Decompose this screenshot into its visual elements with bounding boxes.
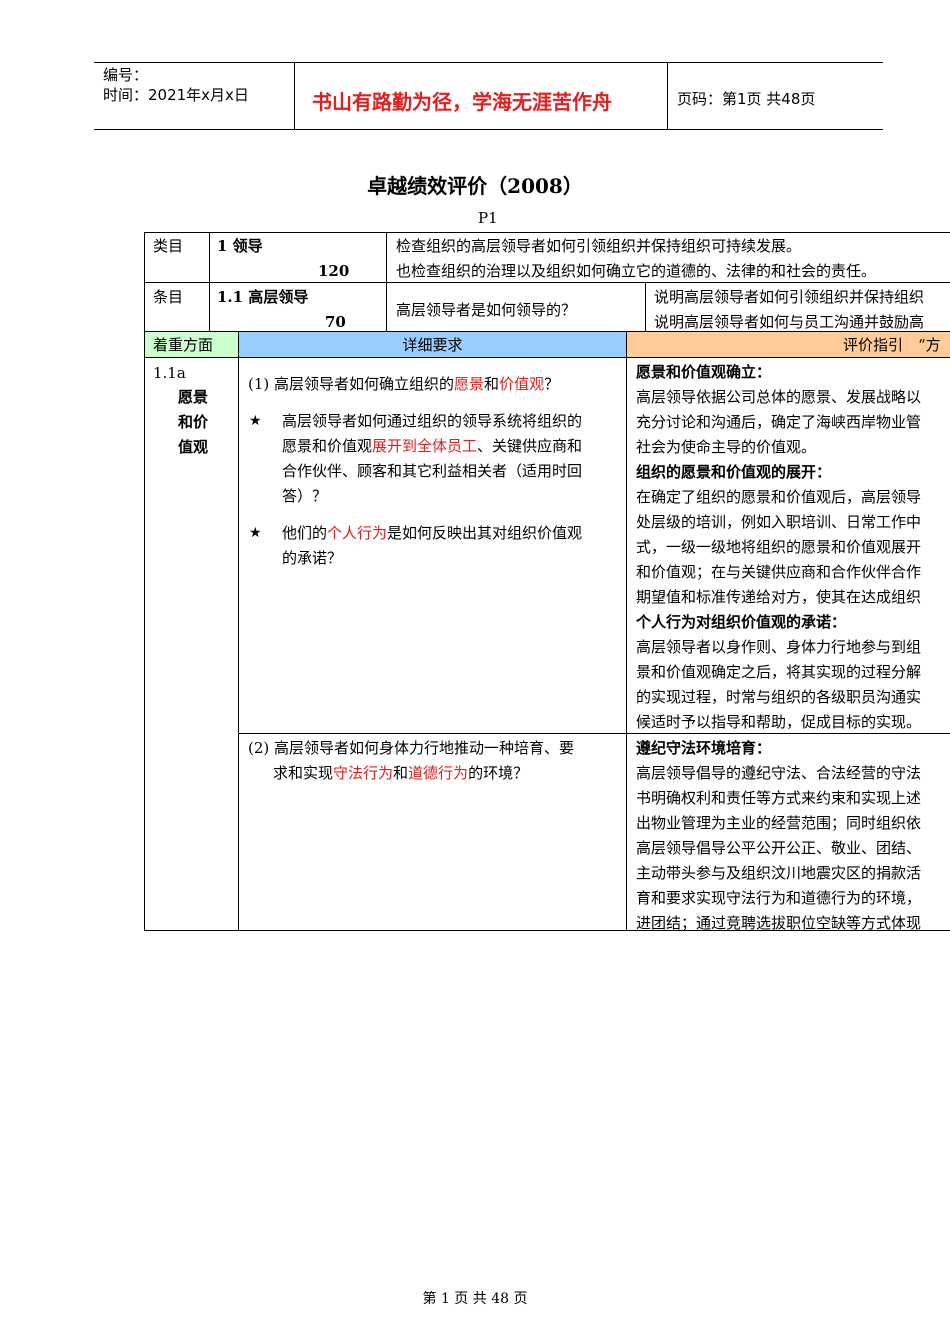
guide-line: 景和价值观确定之后，将其实现的过程分解: [636, 663, 922, 681]
guide-heading: 愿景和价值观确立：: [636, 363, 772, 381]
item-score: 70: [325, 313, 346, 331]
guide-line: 育和要求实现守法行为和道德行为的环境，: [636, 889, 922, 907]
table-rule: [144, 232, 950, 233]
column-header-guide: 评价指引 “方: [843, 336, 941, 354]
table-rule: [386, 232, 387, 332]
guide-b-clip: 遵纪守法环境培育： 高层领导倡导的遵纪守法、合法经营的守法 书明确权利和责任等方…: [627, 734, 950, 930]
table-rule: [238, 331, 239, 931]
bullet-1-line-4: 答）？: [282, 487, 328, 505]
guide-a-clip: 愿景和价值观确立： 高层领导依据公司总体的愿景、发展战略以 充分讨论和沟通后，确…: [627, 358, 950, 733]
category-score: 120: [318, 262, 350, 280]
guide-heading: 个人行为对组织价值观的承诺：: [636, 613, 847, 631]
guide-line: 社会为使命主导的价值观。: [636, 438, 817, 456]
focus-name-1: 愿景: [178, 388, 209, 406]
category-name: 1 领导: [217, 237, 263, 255]
bullet-1-line-2: 愿景和价值观展开到全体员工、关键供应商和: [282, 434, 582, 459]
bullet-1-line-1: 高层领导者如何通过组织的领导系统将组织的: [282, 412, 583, 430]
bullet-2-text-post: 是如何反映出其对组织价值观: [387, 524, 583, 542]
category-desc-1: 检查组织的高层领导者如何引领组织并保持组织可持续发展。: [396, 237, 802, 255]
guide-line: 高层领导依据公司总体的愿景、发展战略以: [636, 388, 922, 406]
guide-heading: 组织的愿景和价值观的展开：: [636, 463, 832, 481]
header-top-rule: [94, 62, 883, 63]
question-2-line-1: (2) 高层领导者如何身体力行地推动一种培育、要: [248, 739, 575, 757]
guide-line: 高层领导者以身作则、身体力行地参与到组: [636, 638, 922, 656]
table-rule: [144, 930, 950, 931]
focus-code: 1.1a: [153, 364, 186, 382]
motto: 书山有路勤为径，学海无涯苦作舟: [312, 90, 612, 114]
guide-heading: 遵纪守法环境培育：: [636, 739, 772, 757]
guide-line: 高层领导倡导的遵纪守法、合法经营的守法: [636, 764, 922, 782]
bullet-2-text: 他们的: [282, 524, 328, 542]
question-1-end: ？: [544, 375, 560, 393]
item-note-1: 说明高层领导者如何引领组织并保持组织: [654, 288, 925, 306]
page-label: 页码：第1页 共48页: [677, 90, 816, 108]
question-1: (1) 高层领导者如何确立组织的愿景和价值观？: [248, 372, 559, 397]
question-2-line-2: 求和实现守法行为和道德行为的环境？: [273, 761, 528, 786]
guide-line: 候适时予以指导和帮助，促成目标的实现。: [636, 713, 922, 731]
keyword-lawful: 守法行为: [333, 764, 394, 782]
category-desc-2: 也检查组织的治理以及组织如何确立它的道德的、法律的和社会的责任。: [396, 262, 877, 280]
keyword-deploy: 展开到全体员工: [372, 437, 478, 455]
item-question: 高层领导者是如何领导的？: [396, 301, 577, 319]
bullet-1-text: 愿景和价值观: [282, 437, 373, 455]
item-label: 条目: [153, 288, 184, 306]
keyword-personal-actions: 个人行为: [327, 524, 388, 542]
header-bottom-rule: [94, 129, 883, 130]
guide-line: 充分讨论和沟通后，确定了海峡西岸物业管: [636, 413, 922, 431]
guide-line: 处层级的培训，例如入职培训、日常工作中: [636, 513, 922, 531]
question-2-conj: 和: [393, 764, 409, 782]
page-marker: P1: [478, 209, 498, 227]
number-label: 编号：: [103, 66, 149, 84]
focus-name-3: 值观: [178, 438, 209, 456]
item-name: 1.1 高层领导: [217, 288, 309, 306]
keyword-values: 价值观: [499, 375, 545, 393]
guide-line: 进团结；通过竞聘选拔职位空缺等方式体现: [636, 914, 922, 930]
star-icon: ★: [249, 525, 262, 541]
guide-line: 主动带头参与及组织汶川地震灾区的捐款活: [636, 864, 922, 882]
bullet-1-text-post: 、关键供应商和: [477, 437, 583, 455]
question-2-end: 的环境？: [468, 764, 529, 782]
question-1-conj: 和: [484, 375, 500, 393]
question-2-text: 求和实现: [273, 764, 334, 782]
category-label: 类目: [153, 237, 184, 255]
guide-line: 在确定了组织的愿景和价值观后，高层领导: [636, 488, 922, 506]
question-1-text: (1) 高层领导者如何确立组织的: [248, 375, 455, 393]
item-note-2: 说明高层领导者如何与员工沟通并鼓励高: [654, 313, 925, 331]
guide-line: 出物业管理为主业的经营范围；同时组织依: [636, 814, 922, 832]
page-footer: 第 1 页 共 48 页: [422, 1291, 528, 1307]
header-divider: [294, 62, 295, 130]
page-title: 卓越绩效评价（2008）: [367, 174, 583, 198]
guide-line: 式，一级一级地将组织的愿景和价值观展开: [636, 538, 922, 556]
time-label: 时间：2021年x月x日: [103, 86, 249, 104]
column-header-focus: 着重方面: [153, 336, 214, 354]
column-header-detail: 详细要求: [402, 336, 463, 354]
guide-line: 书明确权利和责任等方式来约束和实现上述: [636, 789, 922, 807]
guide-line: 高层领导倡导公平公开公正、敬业、团结、: [636, 839, 922, 857]
keyword-vision: 愿景: [454, 375, 485, 393]
guide-line: 的实现过程，时常与组织的各级职员沟通实: [636, 688, 922, 706]
bullet-2-line-1: 他们的个人行为是如何反映出其对组织价值观: [282, 521, 582, 546]
header-divider: [667, 62, 668, 130]
bullet-2-line-2: 的承诺？: [282, 549, 343, 567]
table-rule: [144, 232, 145, 931]
guide-line: 期望值和标准传递给对方，使其在达成组织: [636, 588, 922, 606]
star-icon: ★: [249, 413, 262, 429]
table-rule: [209, 232, 210, 332]
guide-line: 和价值观；在与关键供应商和合作伙伴合作: [636, 563, 922, 581]
table-rule: [645, 282, 646, 332]
bullet-1-line-3: 合作伙伴、顾客和其它利益相关者（适用时回: [282, 462, 583, 480]
focus-name-2: 和价: [178, 413, 209, 431]
keyword-ethical: 道德行为: [408, 764, 469, 782]
